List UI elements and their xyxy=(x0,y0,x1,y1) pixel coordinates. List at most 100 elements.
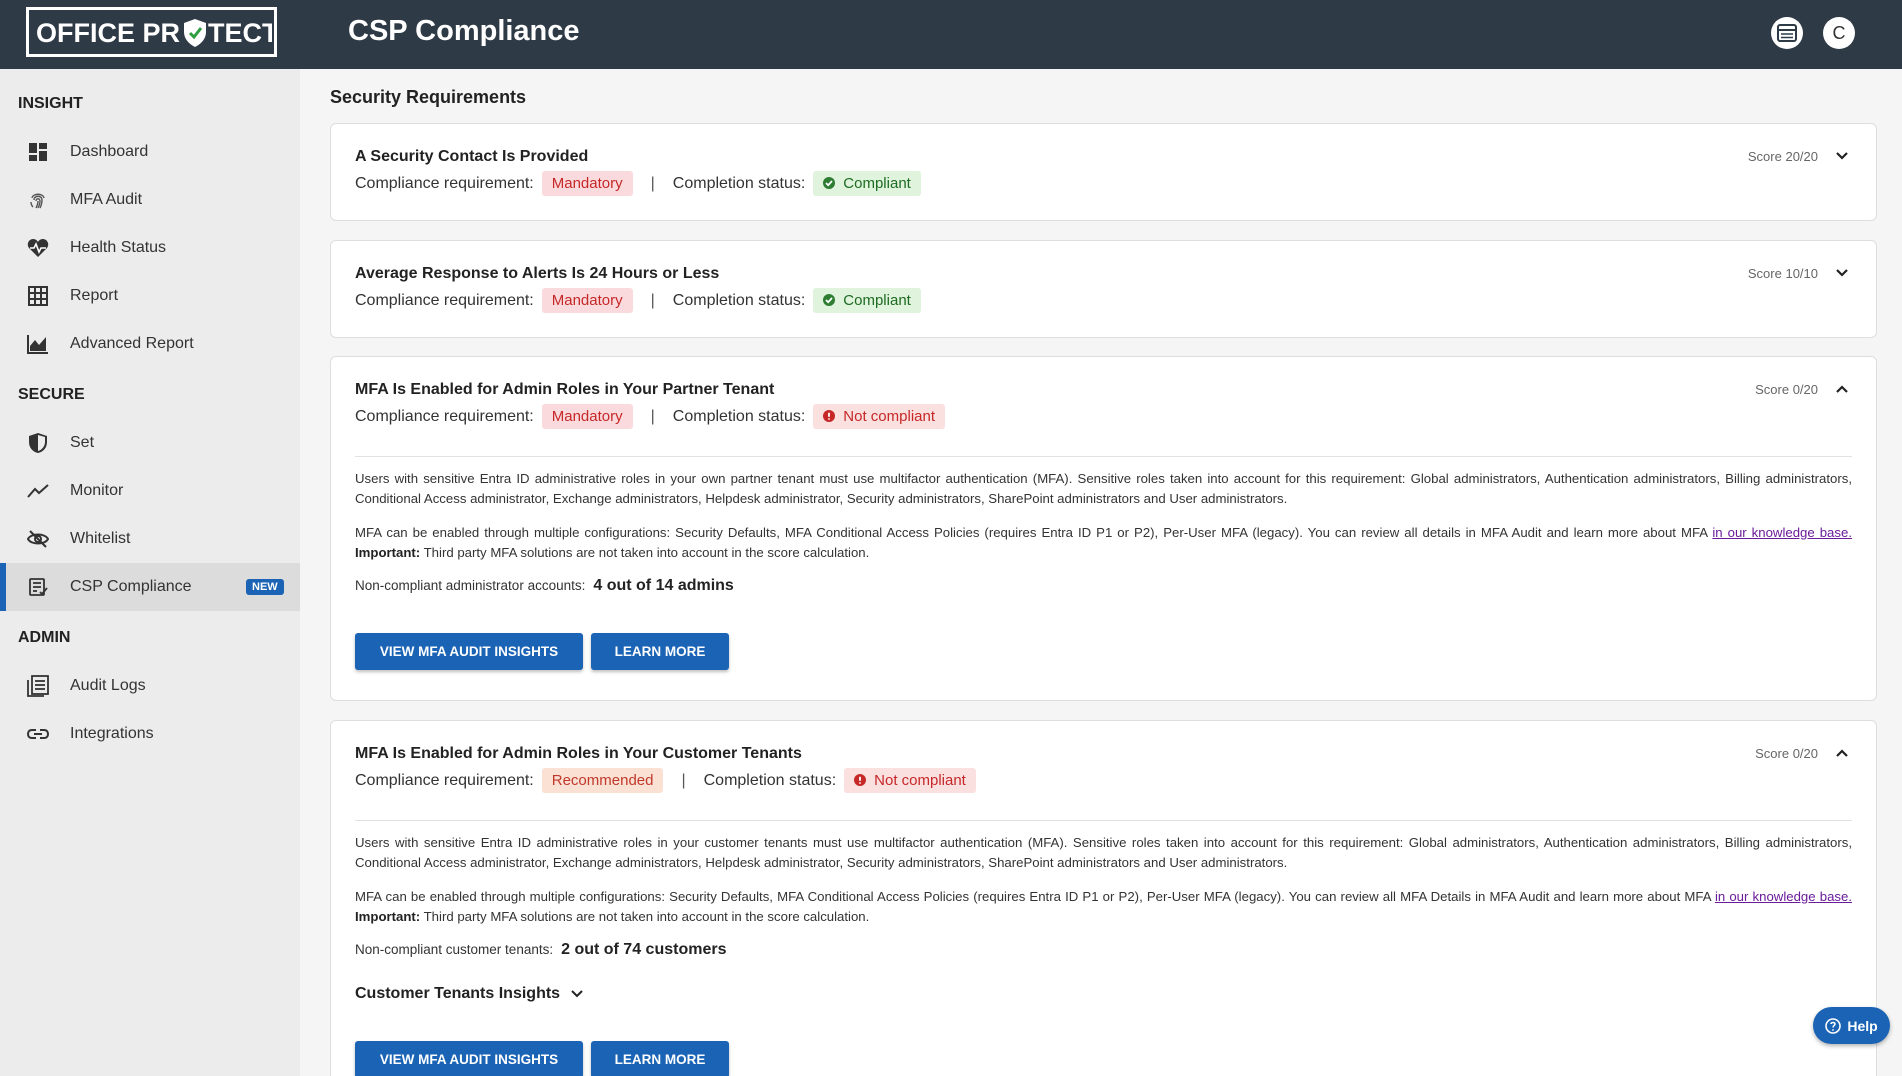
view-mfa-audit-insights-button[interactable]: VIEW MFA AUDIT INSIGHTS xyxy=(355,1041,583,1076)
compliance-requirement-label: Compliance requirement: xyxy=(355,174,534,192)
score-text: Score 0/20 xyxy=(1755,382,1818,397)
requirement-row: Compliance requirement: Mandatory | Comp… xyxy=(355,288,921,313)
list-doc-icon xyxy=(26,674,50,698)
requirement-row: Compliance requirement: Recommended | Co… xyxy=(355,768,976,793)
requirement-row: Compliance requirement: Mandatory | Comp… xyxy=(355,404,946,429)
view-mfa-audit-insights-button[interactable]: VIEW MFA AUDIT INSIGHTS xyxy=(355,633,583,670)
trend-icon xyxy=(26,479,50,503)
card-title: MFA Is Enabled for Admin Roles in Your P… xyxy=(355,381,775,398)
sidebar-item-label: CSP Compliance xyxy=(70,578,192,595)
shield-icon xyxy=(26,431,50,455)
status-text: Compliant xyxy=(843,292,911,309)
compliance-requirement-label: Compliance requirement: xyxy=(355,771,534,789)
chevron-up-icon[interactable] xyxy=(1834,381,1850,397)
compliance-requirement-label: Compliance requirement: xyxy=(355,291,534,309)
calendar-table-button[interactable] xyxy=(1771,17,1803,49)
page-title: CSP Compliance xyxy=(348,15,580,47)
sidebar-section-insight: INSIGHT xyxy=(18,95,83,112)
chevron-down-icon[interactable] xyxy=(1834,148,1850,164)
completion-status-label: Completion status: xyxy=(703,771,837,789)
noncompliant-count: Non-compliant administrator accounts: 4 o… xyxy=(355,577,734,594)
card-title: A Security Contact Is Provided xyxy=(355,148,589,165)
link-icon xyxy=(26,722,50,746)
sidebar-item-label: Monitor xyxy=(70,482,124,499)
completion-status-label: Completion status: xyxy=(672,407,806,425)
help-button[interactable]: Help xyxy=(1813,1007,1890,1044)
status-text: Compliant xyxy=(843,175,911,192)
requirement-card: MFA Is Enabled for Admin Roles in Your C… xyxy=(330,720,1877,1076)
heart-pulse-icon xyxy=(26,236,50,260)
status-badge: Compliant xyxy=(813,288,921,313)
svg-text:TECT: TECT xyxy=(208,18,272,48)
score-text: Score 20/20 xyxy=(1747,149,1818,164)
doc-check-icon xyxy=(26,575,50,599)
learn-more-button[interactable]: LEARN MORE xyxy=(591,1041,729,1076)
top-bar: OFFICE PR TECT CSP Compliance C xyxy=(0,0,1902,69)
sidebar-item-monitor[interactable]: Monitor xyxy=(0,467,300,515)
user-avatar[interactable]: C xyxy=(1823,17,1855,49)
grid-icon xyxy=(26,284,50,308)
sidebar-item-mfa-audit[interactable]: MFA Audit xyxy=(0,176,300,224)
divider xyxy=(355,456,1852,457)
check-circle-icon xyxy=(823,294,836,306)
knowledge-base-link[interactable]: in our knowledge base. xyxy=(1712,525,1852,540)
chevron-down-icon xyxy=(571,990,583,998)
sidebar-item-label: Whitelist xyxy=(70,530,131,547)
svg-text:OFFICE PR: OFFICE PR xyxy=(36,18,180,48)
new-badge: NEW xyxy=(246,579,284,595)
table-icon xyxy=(1777,24,1797,42)
noncompliant-count: Non-compliant customer tenants: 2 out of … xyxy=(355,941,727,958)
card-title: MFA Is Enabled for Admin Roles in Your C… xyxy=(355,745,802,762)
separator: | xyxy=(650,291,655,309)
sidebar: INSIGHT Dashboard MFA Audit Health Statu… xyxy=(0,69,300,1076)
description-paragraph: Users with sensitive Entra ID administra… xyxy=(355,835,1852,870)
requirement-row: Compliance requirement: Mandatory | Comp… xyxy=(355,171,921,196)
eye-off-icon xyxy=(26,527,50,551)
sidebar-item-label: Health Status xyxy=(70,239,167,256)
mandatory-badge: Mandatory xyxy=(541,171,633,196)
sidebar-item-set[interactable]: Set xyxy=(0,419,300,467)
requirement-card: A Security Contact Is Provided Score 20/… xyxy=(330,123,1877,221)
description-paragraph: Users with sensitive Entra ID administra… xyxy=(355,471,1852,506)
sidebar-section-secure: SECURE xyxy=(18,386,85,403)
score-text: Score 0/20 xyxy=(1755,746,1818,761)
sidebar-item-audit-logs[interactable]: Audit Logs xyxy=(0,662,300,710)
insights-label: Customer Tenants Insights xyxy=(355,985,561,1002)
divider xyxy=(355,820,1852,821)
sidebar-item-whitelist[interactable]: Whitelist xyxy=(0,515,300,563)
chart-icon xyxy=(26,332,50,356)
sidebar-item-integrations[interactable]: Integrations xyxy=(0,710,300,758)
sidebar-item-label: Advanced Report xyxy=(70,335,194,352)
office-protect-logo[interactable]: OFFICE PR TECT xyxy=(26,7,277,57)
sidebar-section-admin: ADMIN xyxy=(18,629,71,646)
sidebar-item-label: Report xyxy=(70,287,119,304)
compliance-requirement-label: Compliance requirement: xyxy=(355,407,534,425)
status-badge: Compliant xyxy=(813,171,921,196)
alert-circle-icon xyxy=(854,774,867,786)
chevron-up-icon[interactable] xyxy=(1834,745,1850,761)
main-content: Security Requirements A Security Contact… xyxy=(330,69,1878,1076)
sidebar-item-advanced-report[interactable]: Advanced Report xyxy=(0,320,300,368)
knowledge-base-link[interactable]: in our knowledge base. xyxy=(1715,889,1852,904)
separator: | xyxy=(681,771,686,789)
requirement-card: MFA Is Enabled for Admin Roles in Your P… xyxy=(330,356,1877,701)
card-title: Average Response to Alerts Is 24 Hours o… xyxy=(355,265,720,282)
sidebar-item-dashboard[interactable]: Dashboard xyxy=(0,128,300,176)
learn-more-button[interactable]: LEARN MORE xyxy=(591,633,729,670)
customer-tenants-insights-toggle[interactable]: Customer Tenants Insights xyxy=(355,985,584,1003)
chevron-down-icon[interactable] xyxy=(1834,265,1850,281)
description-paragraph: MFA can be enabled through multiple conf… xyxy=(355,525,1852,560)
status-text: Not compliant xyxy=(874,772,966,789)
sidebar-item-csp-compliance[interactable]: CSP Compliance NEW xyxy=(0,563,300,611)
status-badge: Not compliant xyxy=(813,404,946,429)
sidebar-item-health-status[interactable]: Health Status xyxy=(0,224,300,272)
sidebar-item-label: MFA Audit xyxy=(70,191,143,208)
sidebar-item-label: Integrations xyxy=(70,725,154,742)
help-circle-icon xyxy=(1825,1017,1842,1034)
sidebar-item-report[interactable]: Report xyxy=(0,272,300,320)
status-text: Not compliant xyxy=(843,408,936,425)
dashboard-icon xyxy=(26,140,50,164)
logo-wordmark: OFFICE PR TECT xyxy=(36,18,272,48)
section-title: Security Requirements xyxy=(330,87,527,107)
sidebar-item-label: Audit Logs xyxy=(70,677,146,694)
